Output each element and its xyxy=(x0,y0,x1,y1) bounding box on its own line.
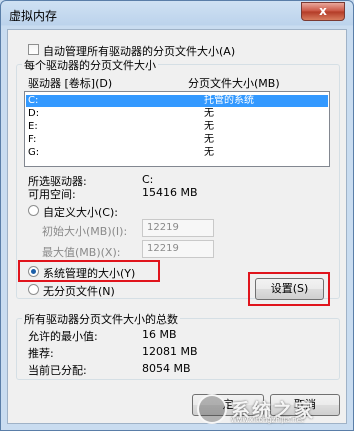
system-managed-label[interactable]: 系统管理的大小(Y) xyxy=(43,265,135,281)
custom-size-radio[interactable] xyxy=(28,205,39,216)
initial-size-label: 初始大小(MB)(I): xyxy=(42,225,128,238)
drive-size: 无 xyxy=(204,134,214,145)
drive-column-header: 驱动器 [卷标](D) xyxy=(28,77,113,90)
min-allowed-value: 16 MB xyxy=(142,328,177,341)
watermark-url: www.xitongzhijia.net xyxy=(231,416,304,424)
no-paging-file-label[interactable]: 无分页文件(N) xyxy=(43,283,115,299)
initial-size-input[interactable]: 12219 xyxy=(142,219,214,237)
drive-row[interactable]: F: 无 xyxy=(26,134,328,146)
system-managed-radio[interactable] xyxy=(28,266,39,277)
free-space-value: 15416 MB xyxy=(142,186,198,199)
custom-size-label[interactable]: 自定义大小(C): xyxy=(43,204,118,220)
max-size-label: 最大值(MB)(X): xyxy=(42,246,121,259)
free-space-label: 可用空间: xyxy=(28,188,76,201)
watermark-logo-icon xyxy=(197,394,227,424)
totals-group-label: 所有驱动器分页文件大小的总数 xyxy=(22,311,180,327)
drive-letter: D: xyxy=(28,108,40,119)
drive-size: 无 xyxy=(204,147,214,158)
auto-manage-checkbox[interactable] xyxy=(28,44,39,55)
drive-size: 无 xyxy=(204,121,214,132)
set-button[interactable]: 设置(S) xyxy=(255,278,324,300)
close-button[interactable]: x xyxy=(301,2,345,21)
drive-row[interactable]: C: 托管的系统 xyxy=(26,95,328,107)
no-paging-file-radio[interactable] xyxy=(28,284,39,295)
dialog-content: 自动管理所有驱动器的分页文件大小(A) 每个驱动器的分页文件大小 驱动器 [卷标… xyxy=(7,29,347,424)
drive-letter: G: xyxy=(28,147,40,158)
drive-size: 托管的系统 xyxy=(204,95,254,106)
close-icon: x xyxy=(319,4,327,18)
drive-size: 无 xyxy=(204,108,214,119)
title-bar[interactable]: 虚拟内存 x xyxy=(1,1,353,27)
recommended-label: 推荐: xyxy=(28,347,54,360)
drive-letter: C: xyxy=(28,95,39,106)
min-allowed-label: 允许的最小值: xyxy=(28,330,98,343)
window-title: 虚拟内存 xyxy=(9,9,58,23)
per-drive-group-label: 每个驱动器的分页文件大小 xyxy=(22,57,158,73)
drive-row[interactable]: E: 无 xyxy=(26,121,328,133)
current-allocated-value: 8054 MB xyxy=(142,362,191,375)
size-column-header: 分页文件大小(MB) xyxy=(188,77,280,90)
drive-list[interactable]: C: 托管的系统 D: 无 E: 无 F: 无 G: 无 xyxy=(24,91,330,167)
drive-letter: F: xyxy=(28,134,37,145)
watermark: 系统之家 www.xitongzhijia.net xyxy=(197,392,347,426)
virtual-memory-dialog: 虚拟内存 x 自动管理所有驱动器的分页文件大小(A) 每个驱动器的分页文件大小 … xyxy=(0,0,354,431)
drive-row[interactable]: G: 无 xyxy=(26,147,328,159)
recommended-value: 12081 MB xyxy=(142,345,198,358)
max-size-input[interactable]: 12219 xyxy=(142,240,214,258)
drive-row[interactable]: D: 无 xyxy=(26,108,328,120)
drive-letter: E: xyxy=(28,121,38,132)
current-allocated-label: 当前已分配: xyxy=(28,364,87,377)
selected-drive-value: C: xyxy=(142,173,154,186)
